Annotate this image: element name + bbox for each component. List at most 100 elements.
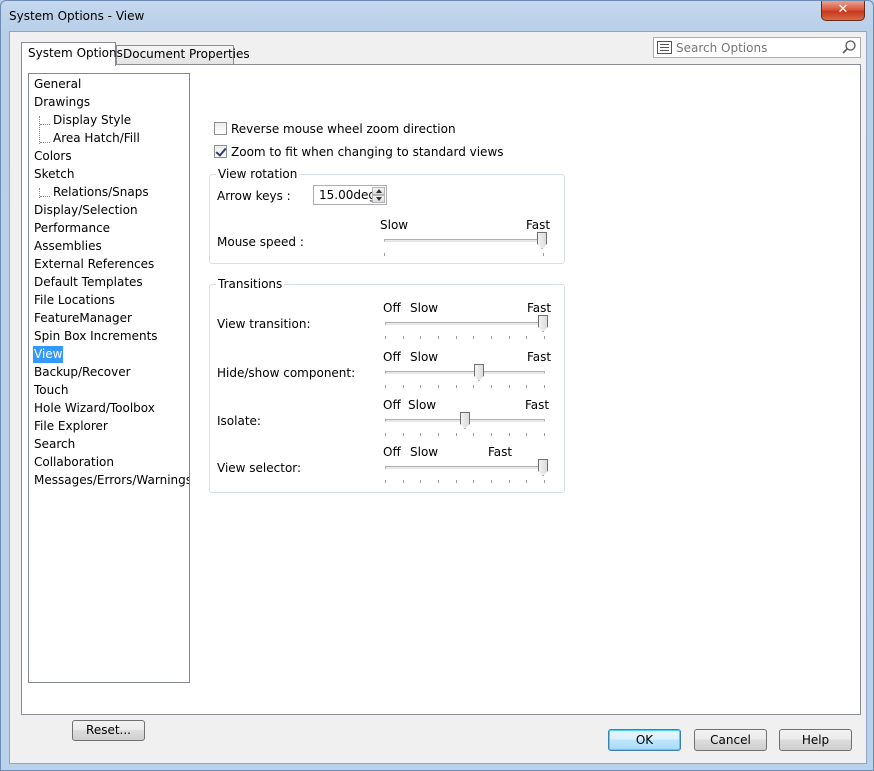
tree-item[interactable]: Collaboration — [33, 454, 115, 471]
tree-item[interactable]: Spin Box Increments — [33, 328, 159, 345]
tree-item[interactable]: Colors — [33, 148, 73, 165]
transition-slider[interactable] — [385, 315, 548, 341]
zoom-to-fit-label: Zoom to fit when changing to standard vi… — [231, 145, 504, 159]
tree-branch-line — [39, 116, 40, 144]
tree-item[interactable]: Area Hatch/Fill — [52, 130, 141, 147]
view-rotation-title: View rotation — [216, 167, 300, 181]
transition-slider[interactable] — [385, 412, 545, 438]
tree-item[interactable]: Drawings — [33, 94, 91, 111]
slider-thumb[interactable] — [460, 412, 470, 429]
transition-off-label: Off — [383, 301, 401, 315]
slider-thumb[interactable] — [537, 232, 547, 249]
tree-item[interactable]: Display Style — [52, 112, 132, 129]
slider-tick — [526, 336, 527, 339]
mouse-speed-label: Mouse speed : — [217, 235, 304, 249]
transitions-title: Transitions — [216, 277, 285, 291]
help-button[interactable]: Help — [779, 729, 852, 751]
slider-track[interactable] — [384, 239, 544, 242]
tree-item[interactable]: File Locations — [33, 292, 116, 309]
view-rotation-group: View rotation Arrow keys : 15.00deg Slow… — [209, 167, 565, 264]
tree-item[interactable]: General — [33, 76, 82, 93]
search-icon[interactable] — [842, 40, 856, 54]
slider-tick — [456, 480, 457, 483]
tree-item[interactable]: Relations/Snaps — [52, 184, 150, 201]
transition-slider[interactable] — [385, 364, 545, 390]
slider-tick — [403, 336, 404, 339]
slider-tick — [526, 385, 527, 388]
spin-down-arrow-icon[interactable] — [372, 195, 385, 203]
zoom-to-fit-checkbox-row[interactable]: Zoom to fit when changing to standard vi… — [214, 145, 504, 161]
slider-thumb[interactable] — [474, 364, 484, 381]
tree-item[interactable]: Hole Wizard/Toolbox — [33, 400, 156, 417]
slider-tick — [473, 480, 474, 483]
slider-tick — [438, 480, 439, 483]
tree-branch-line — [40, 124, 50, 125]
tree-item[interactable]: Performance — [33, 220, 111, 237]
transition-slow-label: Slow — [410, 350, 439, 364]
tree-item[interactable]: Default Templates — [33, 274, 144, 291]
transition-row-label: View selector: — [217, 461, 302, 475]
slider-tick — [456, 433, 457, 436]
transition-fast-label: Fast — [525, 398, 550, 412]
search-input[interactable] — [676, 39, 836, 56]
tree-item[interactable]: Backup/Recover — [33, 364, 132, 381]
slider-tick — [473, 385, 474, 388]
slider-track[interactable] — [385, 371, 545, 374]
slider-tick — [543, 253, 544, 256]
tab-system-options[interactable]: System Options — [21, 42, 123, 66]
cancel-button[interactable]: Cancel — [694, 729, 767, 751]
slider-tick — [473, 336, 474, 339]
transition-slow-label: Slow — [410, 445, 439, 459]
ok-button[interactable]: OK — [608, 729, 681, 751]
slider-thumb[interactable] — [538, 459, 548, 476]
slider-track[interactable] — [385, 466, 545, 469]
view-options-panel: Reverse mouse wheel zoom direction Zoom … — [202, 65, 852, 705]
tree-item[interactable]: Search — [33, 436, 76, 453]
transition-off-label: Off — [383, 398, 401, 412]
slider-tick — [456, 336, 457, 339]
search-box[interactable] — [653, 37, 861, 58]
arrow-keys-label: Arrow keys : — [217, 189, 291, 203]
reset-button[interactable]: Reset... — [72, 720, 145, 741]
slider-tick — [438, 336, 439, 339]
slider-tick — [385, 336, 386, 339]
transition-row-label: View transition: — [217, 317, 311, 331]
spin-up-arrow-icon[interactable] — [372, 187, 385, 195]
slider-thumb[interactable] — [538, 315, 548, 332]
close-button[interactable]: ✕ — [821, 1, 865, 21]
slider-tick — [491, 385, 492, 388]
options-page: General Drawings Display Style Area Hatch/F… — [21, 64, 861, 741]
options-tree[interactable]: General Drawings Display Style Area Hatch/F… — [28, 73, 190, 683]
zoom-to-fit-checkbox[interactable] — [214, 145, 227, 158]
slider-track[interactable] — [385, 322, 545, 325]
tree-branch-line — [40, 196, 50, 197]
tree-item[interactable]: Messages/Errors/Warnings — [33, 472, 189, 489]
slider-tick — [544, 433, 545, 436]
tree-item[interactable]: Display/Selection — [33, 202, 139, 219]
tree-item[interactable]: FeatureManager — [33, 310, 133, 327]
dialog-client-area: System Options Document Properties Gener… — [9, 31, 867, 764]
transition-slider[interactable] — [385, 459, 548, 485]
mouse-speed-fast-label: Fast — [526, 218, 551, 232]
reverse-wheel-checkbox[interactable] — [214, 122, 227, 135]
slider-tick — [491, 336, 492, 339]
tree-item[interactable]: File Explorer — [33, 418, 109, 435]
search-options-list-icon — [657, 41, 672, 54]
slider-tick — [438, 433, 439, 436]
tree-item[interactable]: Assemblies — [33, 238, 103, 255]
tree-item[interactable]: View — [33, 346, 64, 363]
slider-tick — [385, 433, 386, 436]
slider-tick — [544, 480, 545, 483]
dialog-window: System Options - View ✕ System Options D… — [0, 0, 874, 771]
slider-tick — [456, 385, 457, 388]
tree-item[interactable]: Sketch — [33, 166, 75, 183]
tree-item[interactable]: External References — [33, 256, 155, 273]
tab-document-properties[interactable]: Document Properties — [116, 45, 250, 64]
slider-tick — [509, 385, 510, 388]
reverse-wheel-checkbox-row[interactable]: Reverse mouse wheel zoom direction — [214, 122, 456, 138]
title-bar[interactable]: System Options - View ✕ — [1, 1, 873, 31]
slider-tick — [403, 480, 404, 483]
arrow-keys-spinbox[interactable]: 15.00deg — [313, 185, 387, 205]
mouse-speed-slider[interactable] — [384, 232, 547, 258]
tree-item[interactable]: Touch — [33, 382, 69, 399]
